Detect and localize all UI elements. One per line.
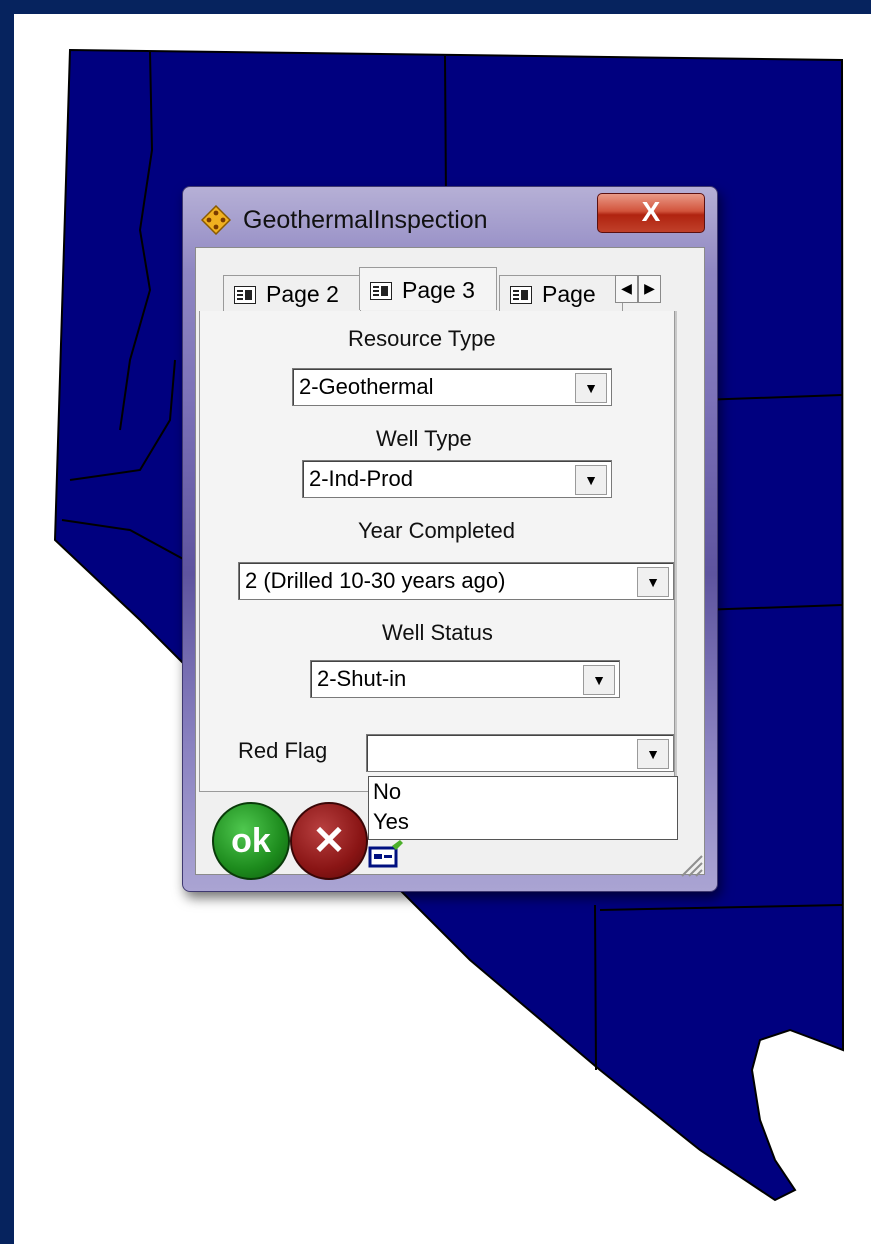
year-completed-label: Year Completed <box>358 518 515 543</box>
close-button[interactable]: X <box>597 193 705 233</box>
dropdown-option-yes[interactable]: Yes <box>369 807 677 837</box>
tab-form-icon <box>510 286 532 304</box>
chevron-down-icon[interactable]: ▼ <box>575 465 607 495</box>
well-status-select[interactable]: 2-Shut-in ▼ <box>310 660 620 698</box>
tab-page-3[interactable]: Page 3 <box>359 267 497 310</box>
chevron-down-icon[interactable]: ▼ <box>637 739 669 769</box>
well-status-value: 2-Shut-in <box>317 666 407 691</box>
tab-form-icon <box>234 286 256 304</box>
tab-label: Page 2 <box>266 281 339 307</box>
well-status-label: Well Status <box>382 620 493 645</box>
resize-grip-icon[interactable] <box>676 850 704 878</box>
window-title: GeothermalInspection <box>243 206 488 234</box>
edit-record-icon[interactable] <box>368 838 404 872</box>
year-completed-select[interactable]: 2 (Drilled 10-30 years ago) ▼ <box>238 562 674 600</box>
well-type-label: Well Type <box>376 426 472 451</box>
cancel-button[interactable]: ✕ <box>290 802 368 880</box>
red-flag-label: Red Flag <box>238 738 328 763</box>
red-flag-dropdown-list: No Yes <box>368 776 678 840</box>
chevron-down-icon[interactable]: ▼ <box>637 567 669 597</box>
red-flag-select[interactable]: ▼ <box>366 734 674 772</box>
chevron-down-icon[interactable]: ▼ <box>575 373 607 403</box>
resource-type-label: Resource Type <box>348 326 496 351</box>
dropdown-option-no[interactable]: No <box>369 777 677 807</box>
chevron-down-icon[interactable]: ▼ <box>583 665 615 695</box>
tab-page-4[interactable]: Page <box>499 275 623 312</box>
tab-scroll-arrows: ◀ ▶ <box>615 275 661 303</box>
year-completed-value: 2 (Drilled 10-30 years ago) <box>245 568 506 593</box>
resource-type-select[interactable]: 2-Geothermal ▼ <box>292 368 612 406</box>
tab-label: Page 3 <box>402 277 475 303</box>
tab-label: Page <box>542 281 596 307</box>
tab-scroll-left-button[interactable]: ◀ <box>615 275 638 303</box>
tab-form-icon <box>370 282 392 300</box>
app-diamond-icon <box>201 205 231 235</box>
tab-page-2[interactable]: Page 2 <box>223 275 361 312</box>
well-type-select[interactable]: 2-Ind-Prod ▼ <box>302 460 612 498</box>
tab-scroll-right-button[interactable]: ▶ <box>638 275 661 303</box>
ok-button[interactable]: ok <box>212 802 290 880</box>
well-type-value: 2-Ind-Prod <box>309 466 413 491</box>
resource-type-value: 2-Geothermal <box>299 374 434 399</box>
